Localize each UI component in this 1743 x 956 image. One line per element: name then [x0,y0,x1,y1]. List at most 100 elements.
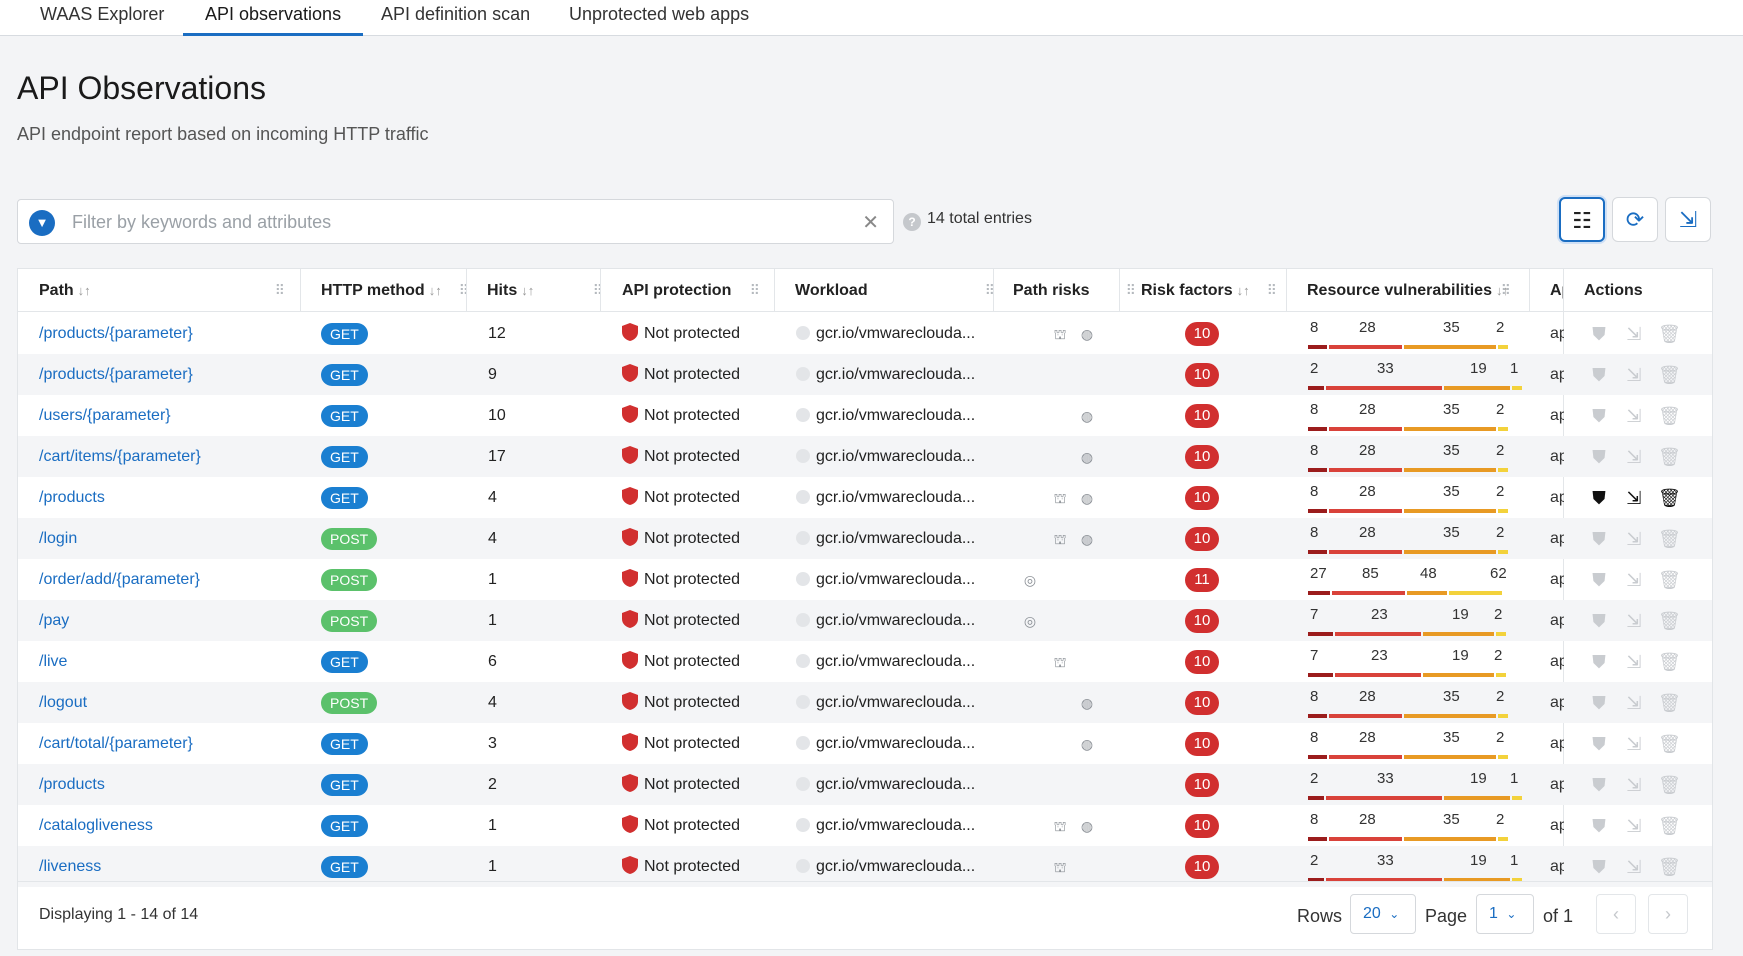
vulnerability-bar[interactable]: 8 28 35 2 [1308,477,1508,518]
protect-icon[interactable]: ⛊ [1588,364,1610,386]
risk-factor-badge[interactable]: 10 [1185,444,1219,469]
door-icon[interactable]: ⛫ [1052,326,1068,342]
table-row[interactable]: /cart/items/{parameter} GET 17 Not protecte… [18,436,1712,477]
vulnerability-bar[interactable]: 7 23 19 2 [1308,641,1506,682]
path-link[interactable]: /login [39,518,289,559]
door-icon[interactable]: ⛫ [1052,490,1068,506]
globe-icon[interactable]: ◍ [1079,326,1095,342]
globe-icon[interactable]: ◍ [1079,408,1095,424]
export-row-icon[interactable]: ⇲ [1623,815,1645,837]
protect-icon[interactable]: ⛊ [1588,692,1610,714]
path-link[interactable]: /pay [39,600,289,641]
protect-icon[interactable]: ⛊ [1588,815,1610,837]
vulnerability-bar[interactable]: 8 28 35 2 [1308,682,1508,723]
risk-factor-badge[interactable]: 10 [1185,403,1219,428]
export-row-icon[interactable]: ⇲ [1623,528,1645,550]
door-icon[interactable]: ⛫ [1052,531,1068,547]
table-row[interactable]: /logout POST 4 Not protected gcr.io/vmwarecl… [18,682,1712,723]
path-link[interactable]: /products [39,477,289,518]
help-icon[interactable]: ? [903,213,921,231]
vulnerability-bar[interactable]: 8 28 35 2 [1308,313,1508,354]
door-icon[interactable]: ⛫ [1052,654,1068,670]
risk-factor-badge[interactable]: 10 [1185,690,1219,715]
sort-icon[interactable]: ↓↑ [1237,283,1250,298]
tab-api-definition-scan[interactable]: API definition scan [359,0,552,36]
trash-icon[interactable]: 🗑 [1658,528,1681,550]
protect-icon[interactable]: ⛊ [1588,610,1610,632]
export-row-icon[interactable]: ⇲ [1623,733,1645,755]
table-row[interactable]: /order/add/{parameter} POST 1 Not protected… [18,559,1712,600]
path-link[interactable]: /users/{parameter} [39,395,289,436]
protect-icon[interactable]: ⛊ [1588,569,1610,591]
table-row[interactable]: /products GET 2 Not protected gcr.io/vmwarec… [18,764,1712,805]
sort-icon[interactable]: ↓↑ [78,283,91,298]
door-icon[interactable]: ⛫ [1052,818,1068,834]
globe-icon[interactable]: ◍ [1079,531,1095,547]
export-row-icon[interactable]: ⇲ [1623,487,1645,509]
table-row[interactable]: /users/{parameter} GET 10 Not protected gcr.… [18,395,1712,436]
col-method[interactable]: HTTP method ↓↑ ⠿ [321,269,483,312]
risk-factor-badge[interactable]: 10 [1185,608,1219,633]
globe-icon[interactable]: ◍ [1079,818,1095,834]
protect-icon[interactable]: ⛊ [1588,487,1610,509]
trash-icon[interactable]: 🗑 [1658,446,1681,468]
protect-icon[interactable]: ⛊ [1588,323,1610,345]
tab-api-observations[interactable]: API observations [183,0,364,36]
sort-icon[interactable]: ↓↑ [521,283,534,298]
vulnerability-bar[interactable]: 2 33 19 1 [1308,764,1522,805]
table-row[interactable]: /products GET 4 Not protected gcr.io/vmwarec… [18,477,1712,518]
export-row-icon[interactable]: ⇲ [1623,446,1645,468]
export-row-icon[interactable]: ⇲ [1623,569,1645,591]
tab-unprotected-web-apps[interactable]: Unprotected web apps [547,0,771,36]
protect-icon[interactable]: ⛊ [1588,733,1610,755]
export-row-icon[interactable]: ⇲ [1623,692,1645,714]
vulnerability-bar[interactable]: 27 85 48 62 [1308,559,1507,600]
vulnerability-bar[interactable]: 8 28 35 2 [1308,518,1508,559]
export-row-icon[interactable]: ⇲ [1623,323,1645,345]
risk-factor-badge[interactable]: 10 [1185,813,1219,838]
trash-icon[interactable]: 🗑 [1658,569,1681,591]
tab-waas-explorer[interactable]: WAAS Explorer [18,0,186,36]
drag-icon[interactable]: ⠿ [750,269,760,312]
fingerprint-icon[interactable]: ◎ [1022,572,1038,588]
table-row[interactable]: /pay POST 1 Not protected gcr.io/vmwarecloud… [18,600,1712,641]
export-row-icon[interactable]: ⇲ [1623,364,1645,386]
path-link[interactable]: /cart/items/{parameter} [39,436,289,477]
risk-factor-badge[interactable]: 10 [1185,321,1219,346]
next-page-button[interactable]: › [1648,894,1688,934]
filter-icon[interactable]: ▼ [29,210,55,236]
protect-icon[interactable]: ⛊ [1588,528,1610,550]
trash-icon[interactable]: 🗑 [1658,610,1681,632]
export-row-icon[interactable]: ⇲ [1623,856,1645,878]
path-link[interactable]: /order/add/{parameter} [39,559,289,600]
risk-factor-badge[interactable]: 10 [1185,772,1219,797]
vulnerability-bar[interactable]: 7 23 19 2 [1308,600,1506,641]
protect-icon[interactable]: ⛊ [1588,856,1610,878]
table-row[interactable]: /login POST 4 Not protected gcr.io/vmwareclo… [18,518,1712,559]
export-row-icon[interactable]: ⇲ [1623,651,1645,673]
trash-icon[interactable]: 🗑 [1658,856,1681,878]
table-row[interactable]: /live GET 6 Not protected gcr.io/vmwarecloud… [18,641,1712,682]
col-hits[interactable]: Hits ↓↑ ⠿ [487,269,617,312]
path-link[interactable]: /products/{parameter} [39,313,289,354]
trash-icon[interactable]: 🗑 [1658,364,1681,386]
protect-icon[interactable]: ⛊ [1588,774,1610,796]
globe-icon[interactable]: ◍ [1079,490,1095,506]
drag-icon[interactable]: ⠿ [1267,269,1277,312]
path-link[interactable]: /products [39,764,289,805]
col-risk-factors[interactable]: Risk factors ↓↑ ⠿ [1141,269,1291,312]
risk-factor-badge[interactable]: 11 [1185,567,1219,592]
drag-icon[interactable]: ⠿ [275,269,285,312]
trash-icon[interactable]: 🗑 [1658,733,1681,755]
col-protection[interactable]: API protection ⠿ [622,269,774,312]
column-view-button[interactable]: ☷ [1559,197,1605,242]
risk-factor-badge[interactable]: 10 [1185,854,1219,879]
trash-icon[interactable]: 🗑 [1658,692,1681,714]
vulnerability-bar[interactable]: 8 28 35 2 [1308,805,1508,846]
table-row[interactable]: /catalogliveness GET 1 Not protected gcr.io/… [18,805,1712,846]
drag-icon[interactable]: ⠿ [459,269,469,312]
drag-icon[interactable]: ⠿ [1126,269,1136,312]
export-row-icon[interactable]: ⇲ [1623,405,1645,427]
risk-factor-badge[interactable]: 10 [1185,731,1219,756]
trash-icon[interactable]: 🗑 [1658,323,1681,345]
